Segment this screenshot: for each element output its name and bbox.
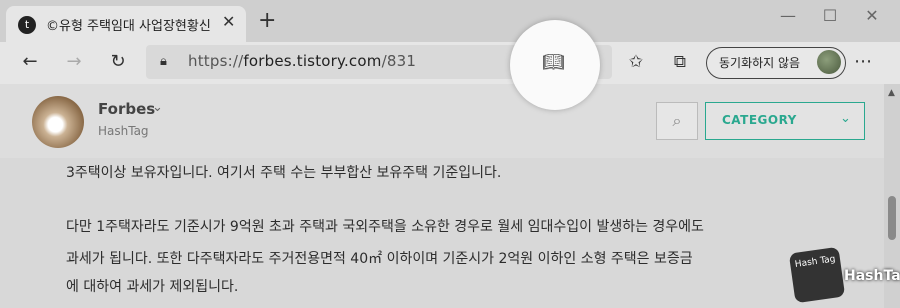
lock-icon[interactable]: 🔒︎ — [160, 54, 167, 69]
more-options-icon[interactable]: ⋯ — [854, 51, 872, 72]
category-dropdown[interactable]: CATEGORY ⌄ — [705, 102, 865, 140]
web-page: 3주택이상 보유자입니다. 여기서 주택 수는 부부합산 보유주택 기준입니다.… — [0, 84, 884, 308]
minimize-button[interactable]: — — [768, 6, 808, 25]
url-text[interactable]: https://forbes.tistory.com/831 — [188, 52, 416, 70]
collections-icon[interactable]: ⧉ — [668, 52, 692, 72]
close-tab-icon[interactable]: ✕ — [222, 12, 235, 31]
search-icon: ⌕ — [672, 111, 682, 130]
tistory-favicon-icon: t — [18, 16, 36, 34]
content-line-1: 3주택이상 보유자입니다. 여기서 주택 수는 부부합산 보유주택 기준입니다. — [66, 165, 502, 181]
blog-header: Forbes ⌄ HashTag ⌕ CATEGORY ⌄ — [0, 84, 884, 158]
forward-button[interactable]: → — [60, 50, 88, 74]
refresh-button[interactable]: ↻ — [104, 50, 132, 74]
profile-avatar — [817, 50, 841, 74]
url-path: /831 — [381, 52, 417, 70]
sync-profile-button[interactable]: 동기화하지 않음 — [706, 47, 846, 79]
highlight-circle: 📖︎ — [510, 20, 600, 110]
sync-label: 동기화하지 않음 — [719, 56, 801, 70]
favorites-icon[interactable]: ✩ — [624, 52, 648, 72]
browser-toolbar: ← → ↻ 🔒︎ https://forbes.tistory.com/831 … — [0, 42, 900, 84]
back-button[interactable]: ← — [16, 50, 44, 74]
chevron-down-icon[interactable]: ⌄ — [152, 100, 163, 115]
scroll-up-icon[interactable]: ▲ — [888, 88, 895, 98]
close-window-button[interactable]: ✕ — [852, 6, 892, 25]
search-button[interactable]: ⌕ — [656, 102, 698, 140]
chevron-down-icon: ⌄ — [840, 111, 851, 126]
content-line-4: 에 대하여 과세가 제외됩니다. — [66, 279, 239, 295]
category-label: CATEGORY — [722, 113, 797, 127]
maximize-button[interactable]: ☐ — [810, 6, 850, 25]
content-line-2: 다만 1주택자라도 기준시가 9억원 초과 주택과 국외주택을 소유한 경우로 … — [66, 219, 704, 235]
immersive-reader-icon[interactable]: 📖︎ — [542, 52, 565, 73]
tab-strip: t ©유형 주택임대 사업장현황신고 ✕ + — ☐ ✕ — [0, 0, 900, 42]
blog-avatar[interactable] — [32, 96, 84, 148]
content-line-3: 과세가 됩니다. 또한 다주택자라도 주거전용면적 40㎡ 이하이며 기준시가 … — [66, 251, 693, 267]
blog-tagline: HashTag — [98, 124, 149, 138]
scroll-thumb[interactable] — [888, 196, 896, 240]
url-host: forbes.tistory.com — [243, 52, 382, 70]
hashtag-watermark: HashTag — [844, 268, 900, 284]
hashtag-logo: Hash Tag — [788, 246, 846, 304]
new-tab-button[interactable]: + — [258, 10, 276, 32]
url-scheme: https:// — [188, 52, 244, 70]
browser-tab[interactable]: t ©유형 주택임대 사업장현황신고 ✕ — [6, 6, 246, 42]
tab-title: ©유형 주택임대 사업장현황신고 — [46, 19, 211, 34]
blog-name[interactable]: Forbes — [98, 100, 155, 118]
